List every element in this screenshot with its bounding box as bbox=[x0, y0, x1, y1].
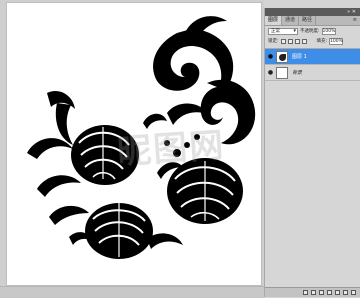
link-layers-icon[interactable] bbox=[303, 290, 308, 295]
lock-icons bbox=[280, 38, 307, 44]
adjustment-layer-icon[interactable] bbox=[327, 290, 332, 295]
status-bar bbox=[0, 286, 264, 298]
layers-panel: » ✕ 图层 通道 路径 ≡ 正常 不透明度: 100% 锁定: 填充: 100… bbox=[264, 8, 360, 297]
blend-row: 正常 不透明度: 100% bbox=[265, 26, 360, 36]
lock-label: 锁定: bbox=[268, 39, 279, 44]
lock-all-icon[interactable] bbox=[301, 38, 307, 44]
new-group-icon[interactable] bbox=[335, 290, 340, 295]
panel-footer bbox=[265, 287, 360, 297]
artwork-leaf-bottom-1 bbox=[147, 233, 183, 249]
artwork-leaf-left-5 bbox=[55, 103, 73, 145]
tab-layers[interactable]: 图层 bbox=[265, 16, 283, 25]
panel-title-bar[interactable]: » ✕ bbox=[265, 8, 360, 16]
lock-paint-icon[interactable] bbox=[287, 38, 293, 44]
layer-row[interactable]: ● 图层 1 bbox=[265, 49, 360, 65]
layer-name: 背景 bbox=[292, 70, 303, 76]
panel-collapse-icon[interactable]: » ✕ bbox=[347, 9, 356, 15]
layer-thumbnail bbox=[276, 50, 288, 63]
new-layer-icon[interactable] bbox=[343, 290, 348, 295]
layer-style-icon[interactable] bbox=[311, 290, 316, 295]
artwork-peony-left bbox=[71, 125, 139, 185]
artwork-leaf-left-4 bbox=[49, 205, 89, 225]
layer-thumbnail bbox=[276, 66, 288, 79]
document-canvas[interactable]: 昵图网 bbox=[6, 2, 262, 286]
artwork-swirl-right bbox=[200, 79, 256, 145]
artwork-leaf-left-3 bbox=[37, 175, 81, 197]
artwork-dot bbox=[194, 134, 200, 140]
opacity-label: 不透明度: bbox=[300, 29, 320, 34]
panel-menu-icon[interactable]: ≡ bbox=[350, 16, 360, 25]
layer-row[interactable]: ● 背景 bbox=[265, 65, 360, 81]
layer-name: 图层 1 bbox=[292, 54, 307, 60]
artwork-dot bbox=[184, 142, 190, 148]
lock-transparency-icon[interactable] bbox=[280, 38, 286, 44]
artwork-dot bbox=[164, 140, 170, 146]
visibility-eye-icon[interactable]: ● bbox=[267, 53, 274, 60]
tab-paths[interactable]: 路径 bbox=[299, 16, 317, 25]
floral-artwork bbox=[27, 16, 256, 259]
artwork-peony-right bbox=[167, 158, 243, 224]
delete-layer-icon[interactable] bbox=[351, 290, 356, 295]
artwork-peony-bottom bbox=[85, 203, 153, 259]
blend-mode-select[interactable]: 正常 bbox=[268, 27, 298, 35]
panel-tabs: 图层 通道 路径 ≡ bbox=[265, 16, 360, 26]
artwork-leaf-bottom-4 bbox=[143, 113, 167, 129]
artwork-dot bbox=[173, 149, 181, 157]
lock-move-icon[interactable] bbox=[294, 38, 300, 44]
layer-list: ● 图层 1 ● 背景 bbox=[265, 48, 360, 81]
fill-input[interactable]: 100% bbox=[329, 37, 344, 45]
visibility-eye-icon[interactable]: ● bbox=[267, 69, 274, 76]
tab-channels[interactable]: 通道 bbox=[282, 16, 300, 25]
opacity-input[interactable]: 100% bbox=[321, 27, 336, 35]
lock-row: 锁定: 填充: 100% bbox=[265, 36, 360, 46]
add-mask-icon[interactable] bbox=[319, 290, 324, 295]
fill-label: 填充: bbox=[316, 39, 328, 44]
artwork-leaf-left-2 bbox=[27, 138, 73, 159]
